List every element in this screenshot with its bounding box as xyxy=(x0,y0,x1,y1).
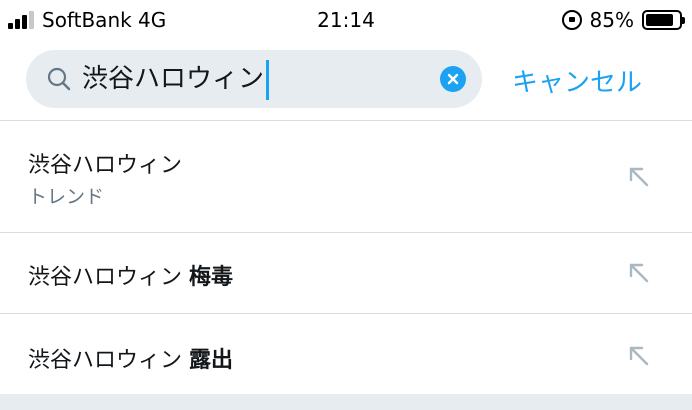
battery-fill xyxy=(646,14,674,26)
suggestion-item[interactable]: 渋谷ハロウィン 梅毒 xyxy=(0,233,692,313)
list-footer-band xyxy=(0,394,692,410)
suggestion-keyword: 露出 xyxy=(189,348,234,373)
suggestion-subtitle: トレンド xyxy=(28,186,105,208)
fill-query-arrow-icon[interactable] xyxy=(626,260,652,286)
fill-query-arrow-icon[interactable] xyxy=(626,343,652,369)
status-left: SoftBank 4G xyxy=(8,8,166,32)
status-right: 85% xyxy=(561,8,685,32)
suggestion-keyword: 梅毒 xyxy=(189,265,234,290)
clear-search-button[interactable] xyxy=(440,66,466,92)
suggestion-title: 渋谷ハロウィン 梅毒 xyxy=(28,265,234,290)
search-bar-row: 渋谷ハロウィン キャンセル xyxy=(0,46,692,112)
battery-percent: 85% xyxy=(589,8,634,32)
cancel-button[interactable]: キャンセル xyxy=(512,62,642,99)
close-icon xyxy=(447,73,459,85)
search-icon xyxy=(46,66,72,92)
suggestion-title: 渋谷ハロウィン 露出 xyxy=(28,348,234,373)
battery-icon xyxy=(642,10,685,30)
rotation-lock-icon xyxy=(561,10,582,30)
suggestion-title: 渋谷ハロウィン xyxy=(28,153,183,178)
search-screen: SoftBank 4G 21:14 85% 渋谷ハロウィン キャンセル 渋谷ハロ… xyxy=(0,0,692,410)
carrier-label: SoftBank 4G xyxy=(42,8,167,32)
suggestion-item[interactable]: 渋谷ハロウィン 露出 xyxy=(0,314,692,394)
search-query-text[interactable]: 渋谷ハロウィン xyxy=(82,58,270,100)
status-bar: SoftBank 4G 21:14 85% xyxy=(0,0,692,40)
suggestion-item-trend[interactable]: 渋谷ハロウィン トレンド xyxy=(0,121,692,232)
search-input[interactable]: 渋谷ハロウィン xyxy=(26,50,482,108)
text-caret xyxy=(266,59,270,100)
fill-query-arrow-icon[interactable] xyxy=(626,164,652,190)
signal-strength-icon xyxy=(8,11,34,29)
